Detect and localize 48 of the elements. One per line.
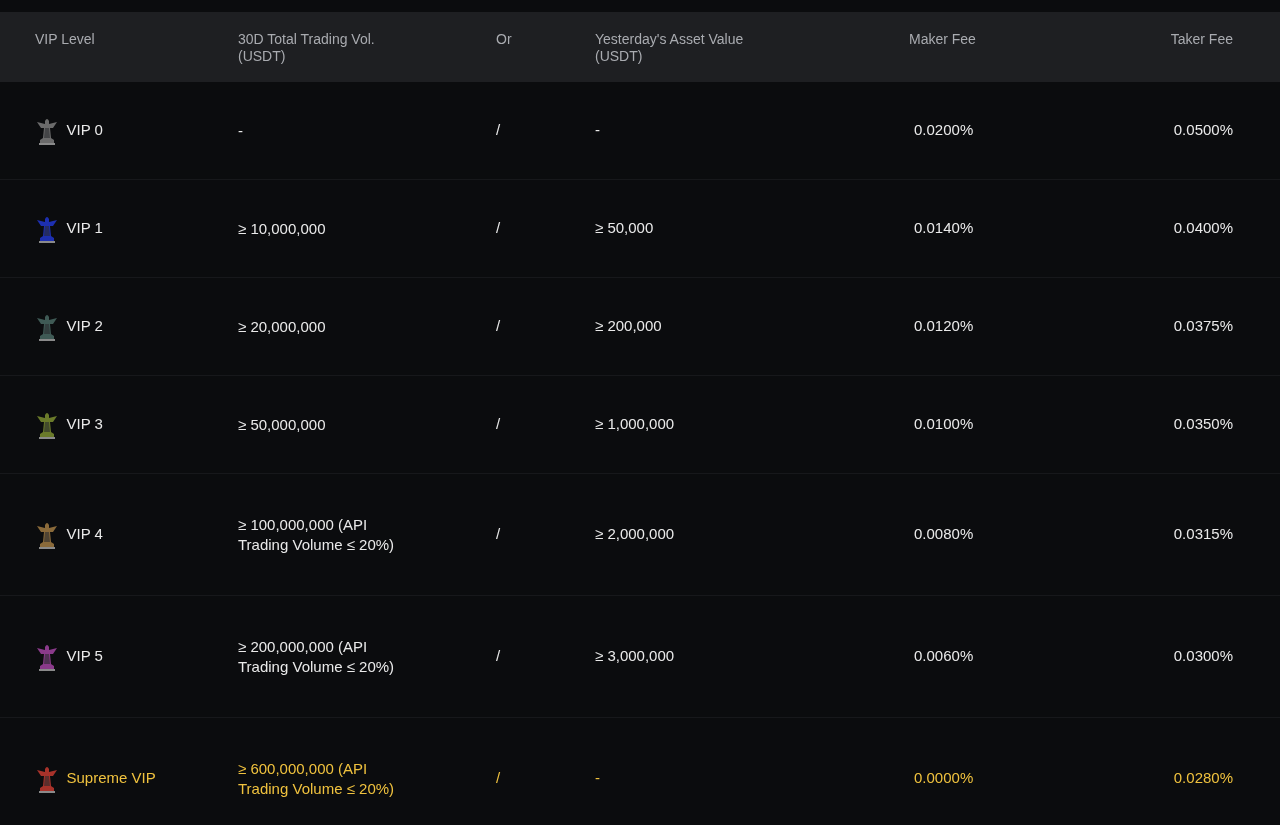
header-cell: Maker Fee	[909, 31, 976, 47]
table-cell: 0.0375%	[1173, 317, 1233, 335]
header-cell-text: 30D Total Trading Vol. (USDT)	[238, 31, 376, 65]
table-cell: /	[496, 525, 501, 543]
header-cell: Taker Fee	[1170, 31, 1233, 47]
table-cell-text: ≥ 100,000,000 (API Trading Volume ≤ 20%)	[238, 514, 396, 555]
table-cell-text: ≥ 600,000,000 (API Trading Volume ≤ 20%)	[238, 758, 396, 799]
table-cell: -	[595, 121, 600, 139]
vip-level-label: VIP 0	[66, 120, 103, 141]
table-cell: 0.0200%	[914, 121, 974, 139]
table-cell: ≥ 1,000,000	[595, 415, 675, 433]
vip-level-label: VIP 5	[66, 646, 103, 667]
table-cell: 0.0000%	[914, 769, 974, 787]
table-cell: 0.0080%	[914, 525, 974, 543]
table-cell: 0.0300%	[1173, 647, 1233, 665]
table-cell-text: ≥ 50,000,000	[238, 414, 327, 435]
table-cell: /	[496, 317, 501, 335]
header-cell: Or	[496, 31, 512, 47]
table-cell: 0.0280%	[1173, 769, 1233, 787]
table-cell: ≥ 2,000,000	[595, 525, 675, 543]
table-cell: 0.0060%	[914, 647, 974, 665]
table-cell: 0.0315%	[1173, 525, 1233, 543]
vip-level-label: VIP 2	[66, 316, 103, 337]
table-cell: 0.0100%	[914, 415, 974, 433]
vip-level-label: VIP 4	[66, 524, 103, 545]
table-cell: /	[496, 219, 501, 237]
table-cell-text: ≥ 10,000,000	[238, 218, 327, 239]
table-cell: /	[496, 769, 501, 787]
header-cell-text: Yesterday's Asset Value (USDT)	[595, 31, 745, 65]
vip-level-label: VIP 1	[66, 218, 103, 239]
table-cell-text: ≥ 200,000,000 (API Trading Volume ≤ 20%)	[238, 636, 396, 677]
table-cell: 0.0120%	[914, 317, 974, 335]
table-cell: ≥ 50,000	[595, 219, 654, 237]
table-cell: 0.0500%	[1173, 121, 1233, 139]
table-cell: ≥ 200,000	[595, 317, 662, 335]
table-cell: /	[496, 647, 501, 665]
vip-level-label: VIP 3	[66, 414, 103, 435]
table-cell: /	[496, 415, 501, 433]
vip-level-label: Supreme VIP	[66, 768, 156, 789]
table-cell: /	[496, 121, 501, 139]
table-cell-text: ≥ 20,000,000	[238, 316, 327, 337]
table-cell: 0.0400%	[1173, 219, 1233, 237]
table-cell: 0.0140%	[914, 219, 974, 237]
table-cell: -	[595, 769, 600, 787]
header-cell: VIP Level	[35, 31, 95, 47]
table-cell: 0.0350%	[1173, 415, 1233, 433]
table-cell: ≥ 3,000,000	[595, 647, 675, 665]
table-cell-text: -	[238, 120, 244, 141]
